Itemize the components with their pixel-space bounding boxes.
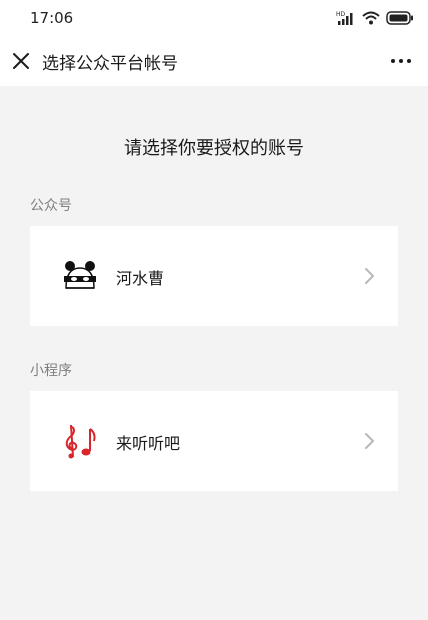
- signal-icon: HD: [336, 11, 353, 25]
- account-name: 河水曹: [116, 269, 165, 288]
- account-card-official[interactable]: 河水曹: [30, 226, 398, 326]
- section-label-official-accounts: 公众号: [30, 198, 72, 214]
- status-bar: 17:06 HD: [0, 0, 428, 36]
- account-card-mini-program[interactable]: 来听听吧: [30, 391, 398, 491]
- select-account-prompt: 请选择你要授权的账号: [124, 138, 304, 159]
- page-title: 选择公众平台帐号: [42, 54, 178, 74]
- nav-bar: 选择公众平台帐号: [0, 36, 428, 86]
- close-icon[interactable]: [8, 48, 34, 74]
- chevron-right-icon: [365, 268, 374, 284]
- panda-icon: [60, 256, 100, 296]
- battery-icon: [386, 11, 413, 25]
- status-time: 17:06: [30, 9, 74, 27]
- status-icons: HD: [336, 8, 414, 28]
- more-icon[interactable]: [388, 48, 414, 74]
- section-label-mini-programs: 小程序: [30, 363, 72, 379]
- music-notes-icon: [65, 424, 96, 459]
- wifi-icon: [362, 11, 380, 25]
- network-type-label: HD: [336, 11, 346, 18]
- chevron-right-icon: [365, 433, 374, 449]
- account-name: 来听听吧: [116, 434, 181, 453]
